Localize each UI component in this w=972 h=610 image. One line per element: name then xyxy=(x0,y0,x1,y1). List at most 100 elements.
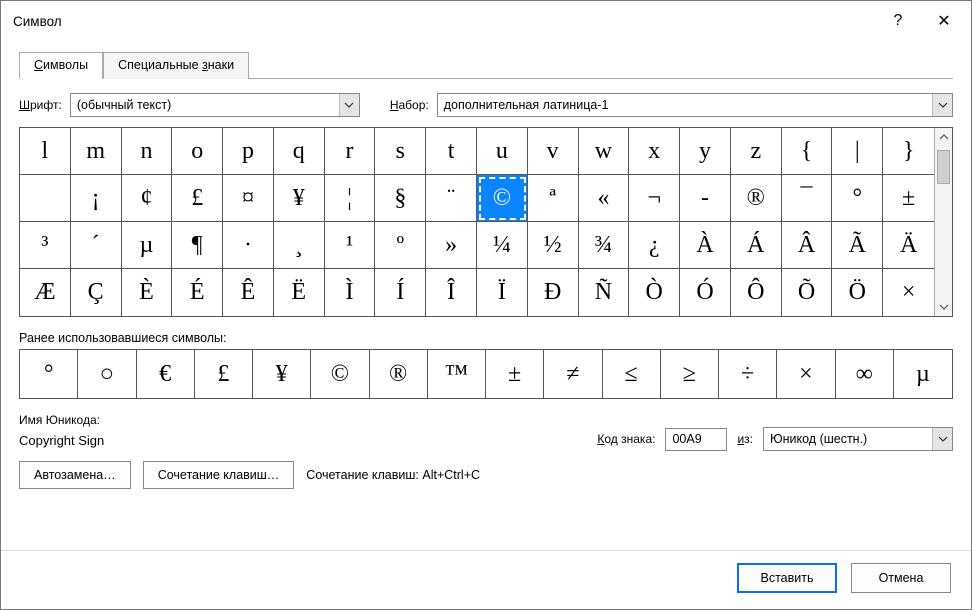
char-cell[interactable]: { xyxy=(782,128,833,175)
char-cell[interactable]: Æ xyxy=(20,269,71,316)
char-cell[interactable]: u xyxy=(477,128,528,175)
close-button[interactable]: ✕ xyxy=(921,1,967,41)
recent-cell[interactable]: ® xyxy=(370,350,428,398)
char-cell[interactable]: | xyxy=(832,128,883,175)
char-cell[interactable]: r xyxy=(325,128,376,175)
char-cell[interactable]: Ä xyxy=(883,222,934,269)
char-cell[interactable]: y xyxy=(680,128,731,175)
insert-button[interactable]: Вставить xyxy=(737,563,837,593)
char-cell[interactable]: © xyxy=(477,175,528,222)
recent-cell[interactable]: ¥ xyxy=(253,350,311,398)
recent-cell[interactable]: ≥ xyxy=(661,350,719,398)
char-cell[interactable]: m xyxy=(71,128,122,175)
char-cell[interactable]: Ð xyxy=(528,269,579,316)
char-cell[interactable]: } xyxy=(883,128,934,175)
char-cell[interactable]: Ã xyxy=(832,222,883,269)
help-button[interactable]: ? xyxy=(875,1,921,41)
char-cell[interactable]: Ô xyxy=(731,269,782,316)
from-combo[interactable]: Юникод (шестн.) xyxy=(763,427,953,451)
char-cell[interactable]: ¤ xyxy=(223,175,274,222)
char-cell[interactable]: t xyxy=(426,128,477,175)
char-cell[interactable]: x xyxy=(629,128,680,175)
char-cell[interactable]: q xyxy=(274,128,325,175)
char-cell[interactable]: z xyxy=(731,128,782,175)
char-cell[interactable]: × xyxy=(883,269,934,316)
char-cell[interactable]: É xyxy=(172,269,223,316)
char-cell[interactable]: ª xyxy=(528,175,579,222)
char-cell[interactable]: v xyxy=(528,128,579,175)
char-cell[interactable]: p xyxy=(223,128,274,175)
char-cell[interactable]: ¶ xyxy=(172,222,223,269)
char-cell[interactable]: Î xyxy=(426,269,477,316)
char-cell[interactable] xyxy=(20,175,71,222)
shortcut-key-button[interactable]: Сочетание клавиш… xyxy=(143,461,295,489)
char-cell[interactable]: À xyxy=(680,222,731,269)
recent-cell[interactable]: ™ xyxy=(428,350,486,398)
char-cell[interactable]: - xyxy=(680,175,731,222)
tab-symbols[interactable]: Символы xyxy=(19,52,103,79)
char-cell[interactable]: ¸ xyxy=(274,222,325,269)
recent-cell[interactable]: ± xyxy=(486,350,544,398)
char-cell[interactable]: ¡ xyxy=(71,175,122,222)
char-cell[interactable]: ¨ xyxy=(426,175,477,222)
char-cell[interactable]: « xyxy=(579,175,630,222)
char-cell[interactable]: Õ xyxy=(782,269,833,316)
subset-combo-button[interactable] xyxy=(932,94,952,116)
recent-cell[interactable]: ∞ xyxy=(836,350,894,398)
char-cell[interactable]: ¼ xyxy=(477,222,528,269)
font-combo-button[interactable] xyxy=(339,94,359,116)
char-cell[interactable]: µ xyxy=(122,222,173,269)
recent-cell[interactable]: £ xyxy=(195,350,253,398)
char-cell[interactable]: ± xyxy=(883,175,934,222)
char-cell[interactable]: Ê xyxy=(223,269,274,316)
char-cell[interactable]: l xyxy=(20,128,71,175)
char-cell[interactable]: ¾ xyxy=(579,222,630,269)
char-cell[interactable]: o xyxy=(172,128,223,175)
char-cell[interactable]: ¯ xyxy=(782,175,833,222)
recent-cell[interactable]: ≤ xyxy=(603,350,661,398)
char-cell[interactable]: º xyxy=(375,222,426,269)
recent-cell[interactable]: ≠ xyxy=(544,350,602,398)
char-cell[interactable]: ¿ xyxy=(629,222,680,269)
char-cell[interactable]: Ì xyxy=(325,269,376,316)
char-cell[interactable]: Í xyxy=(375,269,426,316)
char-cell[interactable]: Â xyxy=(782,222,833,269)
cancel-button[interactable]: Отмена xyxy=(851,563,951,593)
char-cell[interactable]: Ç xyxy=(71,269,122,316)
tab-special-chars[interactable]: Специальные знаки xyxy=(103,52,249,79)
char-cell[interactable]: Ñ xyxy=(579,269,630,316)
char-cell[interactable]: ¦ xyxy=(325,175,376,222)
char-cell[interactable]: ° xyxy=(832,175,883,222)
char-cell[interactable]: n xyxy=(122,128,173,175)
char-cell[interactable]: Ë xyxy=(274,269,325,316)
from-combo-button[interactable] xyxy=(932,428,952,450)
recent-cell[interactable]: € xyxy=(137,350,195,398)
scroll-thumb[interactable] xyxy=(937,150,950,184)
char-cell[interactable]: Ò xyxy=(629,269,680,316)
recent-cell[interactable]: ○ xyxy=(78,350,136,398)
char-cell[interactable]: » xyxy=(426,222,477,269)
scroll-track[interactable] xyxy=(935,146,952,298)
charcode-input[interactable] xyxy=(665,428,727,451)
char-cell[interactable]: ½ xyxy=(528,222,579,269)
char-cell[interactable]: Ö xyxy=(832,269,883,316)
char-cell[interactable]: ¬ xyxy=(629,175,680,222)
char-cell[interactable]: Ó xyxy=(680,269,731,316)
recent-cell[interactable]: ° xyxy=(20,350,78,398)
char-cell[interactable]: ® xyxy=(731,175,782,222)
subset-combo[interactable]: дополнительная латиница-1 xyxy=(437,93,953,117)
char-cell[interactable]: ¹ xyxy=(325,222,376,269)
char-cell[interactable]: Á xyxy=(731,222,782,269)
recent-cell[interactable]: © xyxy=(311,350,369,398)
char-cell[interactable]: § xyxy=(375,175,426,222)
char-cell[interactable]: w xyxy=(579,128,630,175)
char-cell[interactable]: È xyxy=(122,269,173,316)
scroll-up-button[interactable] xyxy=(935,128,952,146)
char-cell[interactable]: · xyxy=(223,222,274,269)
recent-cell[interactable]: ÷ xyxy=(719,350,777,398)
char-cell[interactable]: ¥ xyxy=(274,175,325,222)
char-cell[interactable]: ³ xyxy=(20,222,71,269)
autocorrect-button[interactable]: Автозамена… xyxy=(19,461,131,489)
char-cell[interactable]: £ xyxy=(172,175,223,222)
recent-cell[interactable]: µ xyxy=(894,350,952,398)
